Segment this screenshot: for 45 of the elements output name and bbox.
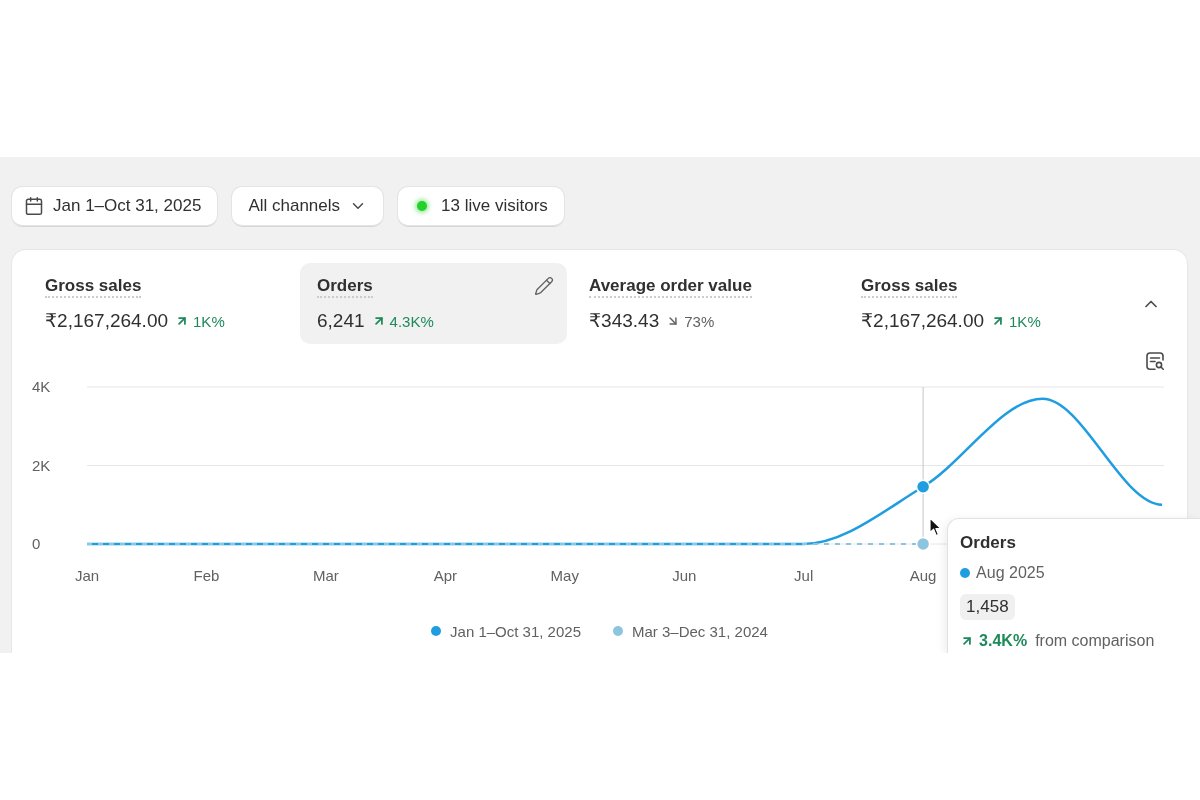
metric-value: ₹2,167,264.00 xyxy=(45,310,169,332)
metric-tile[interactable]: Gross sales ₹2,167,264.00 1K% xyxy=(844,263,1111,344)
tooltip-change: 3.4K% xyxy=(979,632,1028,650)
date-range-button[interactable]: Jan 1–Oct 31, 2025 xyxy=(12,187,218,225)
legend-label: Mar 3–Dec 31, 2024 xyxy=(632,622,768,640)
axis-label: Mar xyxy=(312,567,339,584)
metric-tile[interactable]: Orders 6,241 4.3K% xyxy=(300,263,567,344)
point-marker-icon xyxy=(915,479,931,494)
tooltip-value: 1,458 xyxy=(960,594,1015,620)
metric-value: 6,241 xyxy=(317,310,365,332)
axis-label: Jun xyxy=(672,567,697,584)
axis-label: Feb xyxy=(193,567,220,584)
metric-change: 73% xyxy=(684,312,715,330)
tooltip-note: from comparison xyxy=(1035,632,1155,650)
pencil-icon[interactable] xyxy=(534,276,554,296)
status-dot-icon xyxy=(417,201,428,211)
metric-change: 4.3K% xyxy=(389,312,434,330)
metric-value: ₹2,167,264.00 xyxy=(861,310,985,332)
metric-change: 1K% xyxy=(193,312,225,330)
legend-label: Jan 1–Oct 31, 2025 xyxy=(450,622,581,640)
table-search-button[interactable] xyxy=(1144,350,1166,372)
metric-tile[interactable]: Average order value ₹343.43 73% xyxy=(572,263,839,344)
axis-label: Aug xyxy=(909,567,937,584)
calendar-icon xyxy=(24,196,44,216)
axis-label: Jul xyxy=(794,567,814,584)
metric-change: 1K% xyxy=(1009,312,1041,330)
cursor-icon xyxy=(929,517,943,537)
metric-tile[interactable]: Gross sales ₹2,167,264.00 1K% xyxy=(28,263,295,344)
axis-label: Apr xyxy=(433,567,457,584)
tooltip-period: Aug 2025 xyxy=(976,564,1045,582)
axis-label: Jan xyxy=(74,567,100,584)
metric-label: Gross sales xyxy=(861,276,958,298)
point-marker-icon xyxy=(915,536,931,552)
metric-label: Orders xyxy=(317,276,373,298)
metric-label: Average order value xyxy=(589,276,752,298)
live-visitors-button[interactable]: 13 live visitors xyxy=(398,187,564,225)
metric-label: Gross sales xyxy=(45,276,142,298)
axis-label: 4K xyxy=(32,378,51,395)
tooltip-title: Orders xyxy=(960,533,1016,553)
axis-label: 0 xyxy=(32,535,41,552)
table-search-icon xyxy=(1145,351,1165,371)
axis-label: May xyxy=(550,567,579,584)
channel-dropdown[interactable]: All channels xyxy=(232,187,384,225)
metric-value: ₹343.43 xyxy=(589,310,660,332)
axis-label: 2K xyxy=(32,456,51,474)
